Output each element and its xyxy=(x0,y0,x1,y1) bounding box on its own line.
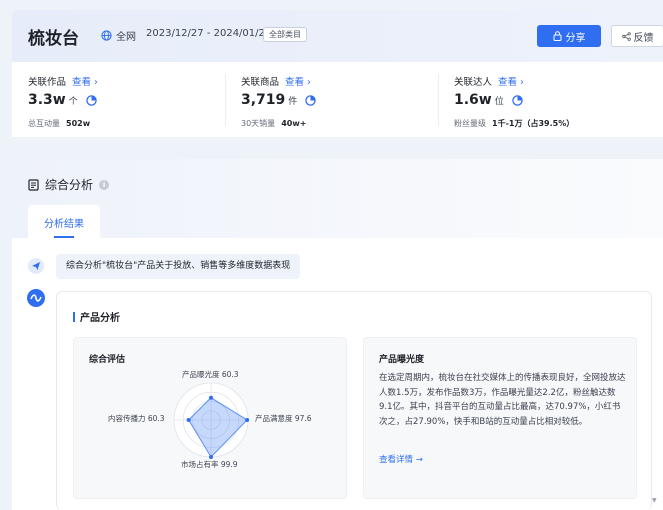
overall-evaluation-card: 综合评估 产品曝光度 60.3 产品满意度 97.6 市场占有率 99.9 内容… xyxy=(73,337,347,499)
feedback-button[interactable]: 反馈 xyxy=(611,25,663,47)
stat-unit: 个 xyxy=(68,97,78,107)
stats-bar: 关联作品 查看 › 3.3w 个 总互动量 502w 关联商品 查看 › 3,719 件 … xyxy=(12,62,663,137)
divider xyxy=(438,74,439,126)
globe-icon xyxy=(101,30,112,41)
stat-sub-value: 40w+ xyxy=(281,119,307,128)
view-products-link[interactable]: 查看 › xyxy=(285,77,311,88)
region-label: 全网 xyxy=(116,32,136,43)
pie-chart-icon[interactable] xyxy=(305,94,317,106)
feedback-label: 反馈 xyxy=(633,32,654,44)
stat-sub-value: 502w xyxy=(66,119,91,128)
stat-label: 关联作品 xyxy=(28,77,67,88)
radar-point xyxy=(209,395,213,400)
exposure-card: 产品曝光度 在选定周期内，梳妆台在社交媒体上的传播表现良好，全网投放达人数1.5… xyxy=(363,337,637,499)
pie-chart-icon[interactable] xyxy=(512,94,523,106)
radar-label-exposure: 产品曝光度 60.3 xyxy=(182,370,239,379)
stat-label: 关联商品 xyxy=(241,77,280,88)
card-title: 产品曝光度 xyxy=(379,355,425,365)
stat-sub-value: 1千-1万（占39.5%） xyxy=(492,119,575,128)
analysis-header: 综合分析 i 分析结果 xyxy=(12,159,663,238)
radar-label-spread: 内容传播力 60.3 xyxy=(108,414,165,423)
radar-label-satisfaction: 产品满意度 97.6 xyxy=(255,414,312,423)
stat-value: 1.6w xyxy=(454,92,492,108)
radar-label-market-share: 市场占有率 99.9 xyxy=(181,460,238,469)
view-works-link[interactable]: 查看 › xyxy=(72,77,98,88)
tab-label: 分析结果 xyxy=(44,219,84,230)
tab-analysis-result[interactable]: 分析结果 xyxy=(28,205,100,238)
stat-sub-label: 粉丝量级 xyxy=(454,119,486,128)
document-icon xyxy=(28,178,39,191)
view-details-link[interactable]: 查看详情 → xyxy=(379,453,423,465)
share-nodes-icon xyxy=(621,31,631,41)
stat-sub-label: 总互动量 xyxy=(28,119,60,128)
section-title: 综合分析 xyxy=(45,178,94,192)
product-analysis-panel: 产品分析 综合评估 产品曝光度 60.3 产品满意度 97.6 市场占有率 99… xyxy=(56,291,652,510)
info-icon[interactable]: i xyxy=(99,179,110,190)
date-range: 2023/12/27 - 2024/01/25 xyxy=(146,28,272,39)
analysis-content: 综合分析"梳妆台"产品关于投放、销售等多维度数据表现 产品分析 综合评估 产品曝… xyxy=(12,238,663,510)
ai-assistant-icon xyxy=(27,289,45,307)
stat-label: 关联达人 xyxy=(454,77,493,88)
ai-message: 综合分析"梳妆台"产品关于投放、销售等多维度数据表现 xyxy=(56,254,301,279)
category-badge: 全部类目 xyxy=(263,27,307,42)
stat-unit: 位 xyxy=(494,97,504,107)
stat-sub-label: 30天销量 xyxy=(241,119,276,128)
share-label: 分享 xyxy=(565,32,586,44)
share-button[interactable]: 分享 xyxy=(537,25,601,47)
stat-value: 3.3w xyxy=(28,92,66,108)
radar-point xyxy=(245,418,250,422)
product-header: 梳妆台 全网 2023/12/27 - 2024/01/25 全部类目 分享 反… xyxy=(12,10,663,62)
scroll-down-icon[interactable]: ▼ xyxy=(652,497,660,505)
pie-chart-icon[interactable] xyxy=(86,94,97,106)
panel-title: 产品分析 xyxy=(80,313,120,324)
divider xyxy=(225,74,226,126)
exposure-description: 在选定周期内，梳妆台在社交媒体上的传播表现良好，全网投放达人数1.5万，发布作品… xyxy=(379,373,626,427)
lock-icon xyxy=(553,31,561,41)
page-title: 梳妆台 xyxy=(28,29,79,49)
view-influencers-link[interactable]: 查看 › xyxy=(498,77,524,88)
title-accent-bar xyxy=(73,311,75,322)
send-icon xyxy=(28,258,44,274)
stat-value: 3,719 xyxy=(241,92,286,108)
stat-unit: 件 xyxy=(288,97,298,107)
radar-point xyxy=(186,418,191,422)
